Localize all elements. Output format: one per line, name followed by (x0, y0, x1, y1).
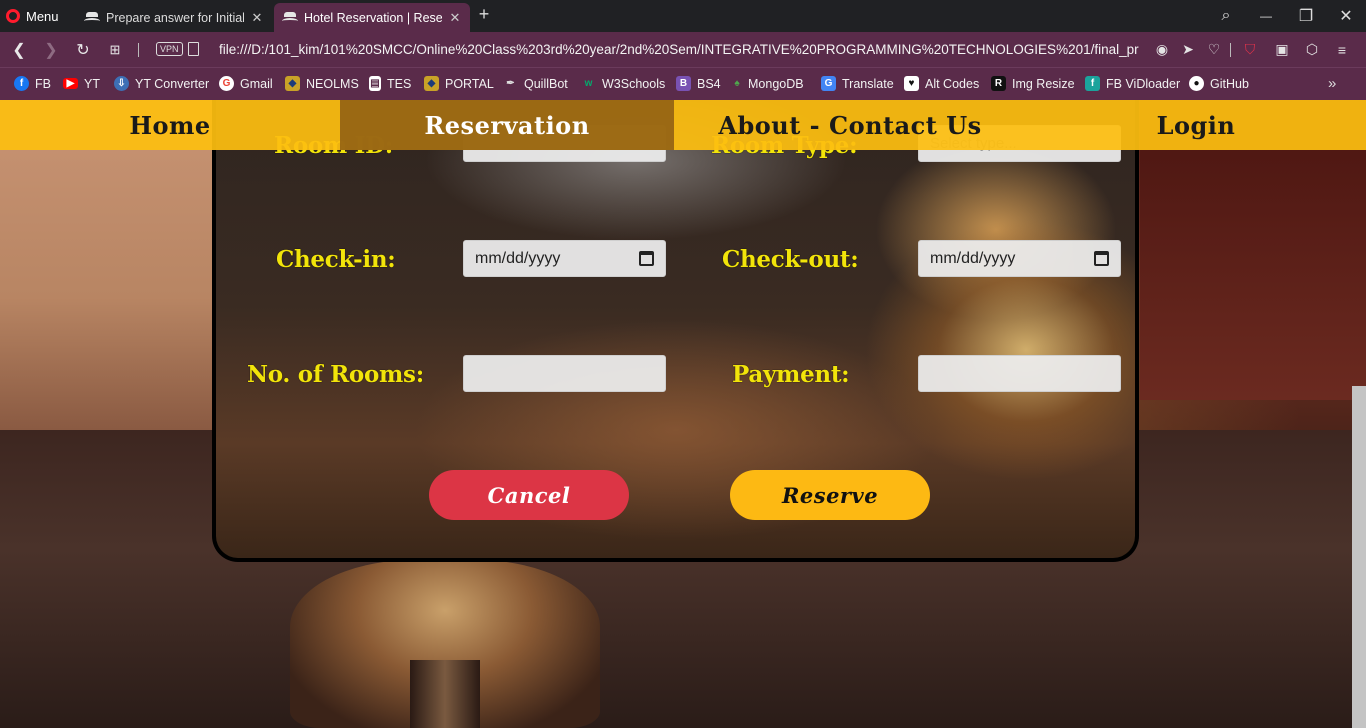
tab-close-icon[interactable]: ✕ (250, 10, 264, 26)
github-icon: ● (1189, 76, 1204, 91)
rooms-count-label: No. of Rooms: (247, 361, 424, 388)
bookmark-yt[interactable]: ▶ YT (63, 67, 100, 100)
nav-home[interactable]: Home (0, 100, 340, 150)
bookmark-github[interactable]: ● GitHub (1189, 67, 1249, 100)
page-scrollbar-thumb[interactable] (1352, 386, 1366, 728)
heart-icon: ♥ (904, 76, 919, 91)
background-bell-stem (410, 660, 480, 728)
tab-title: Prepare answer for Initial O (106, 10, 244, 25)
new-tab-button[interactable]: + (474, 4, 494, 28)
nav-reservation[interactable]: Reservation (340, 100, 674, 150)
opera-menu-button[interactable]: Menu (6, 0, 68, 32)
bookmark-alt-codes[interactable]: ♥ Alt Codes (904, 67, 979, 100)
private-tab-icon (282, 12, 298, 23)
r-icon: R (991, 76, 1006, 91)
w3schools-icon: w (584, 78, 593, 89)
reservation-form-card: Room ID: Room Type: Select type... Check… (212, 100, 1139, 562)
bookmark-portal[interactable]: ◆ PORTAL (424, 67, 494, 100)
tab-title: Hotel Reservation | Reserva (304, 10, 442, 25)
vpn-button[interactable]: VPN (156, 42, 183, 56)
facebook-icon: f (14, 76, 29, 91)
snapshot-camera-icon[interactable]: ◉ (1150, 32, 1174, 67)
quill-icon: ✒ (506, 78, 515, 89)
checkout-label: Check-out: (722, 246, 859, 273)
cancel-button[interactable]: Cancel (429, 470, 629, 520)
calendar-icon[interactable] (1094, 251, 1109, 266)
bookmark-quillbot[interactable]: ✒ QuillBot (503, 67, 567, 100)
send-icon[interactable]: ➤ (1176, 32, 1200, 67)
checkin-date-input[interactable]: mm/dd/yyyy (463, 240, 666, 277)
page-info-icon[interactable] (188, 42, 199, 56)
bookmark-yt-converter[interactable]: ⇩ YT Converter (114, 67, 209, 100)
tab-prepare-answer[interactable]: Prepare answer for Initial O ✕ (76, 3, 272, 32)
payment-label: Payment: (732, 361, 850, 388)
minimize-button[interactable]: — (1246, 0, 1286, 32)
bookmark-heart-icon[interactable]: ♡ (1202, 32, 1226, 67)
google-icon: G (219, 76, 234, 91)
nav-about-contact[interactable]: About - Contact Us (674, 100, 1026, 150)
address-input[interactable]: file:///D:/101_kim/101%20SMCC/Online%20C… (219, 32, 1139, 67)
back-icon[interactable]: ❮ (6, 32, 32, 67)
checkout-date-value: mm/dd/yyyy (930, 249, 1016, 267)
site-navbar: Home Reservation About - Contact Us Logi… (0, 100, 1366, 150)
bootstrap-icon: B (676, 76, 691, 91)
menu-label: Menu (26, 8, 59, 24)
more-bookmarks-icon[interactable]: » (1328, 67, 1336, 100)
reserve-button[interactable]: Reserve (730, 470, 930, 520)
divider (1230, 43, 1231, 57)
extensions-cube-icon[interactable]: ⬡ (1300, 32, 1324, 67)
payment-input[interactable] (918, 355, 1121, 392)
opera-logo-icon (6, 9, 20, 23)
speed-dial-icon[interactable]: ⊞ (102, 32, 128, 67)
private-tab-icon (84, 12, 100, 23)
bookmark-bs4[interactable]: B BS4 (676, 67, 721, 100)
cloud-download-icon: ⇩ (114, 76, 129, 91)
shield-crest-icon: ◆ (285, 76, 300, 91)
forward-icon[interactable]: ❯ (38, 32, 64, 67)
shield-crest-icon: ◆ (424, 76, 439, 91)
divider (138, 43, 139, 57)
bookmark-img-resize[interactable]: R Img Resize (991, 67, 1075, 100)
bookmark-translate[interactable]: G Translate (821, 67, 894, 100)
nav-login[interactable]: Login (1026, 100, 1366, 150)
extension-face-icon[interactable]: ▣ (1270, 32, 1294, 67)
youtube-icon: ▶ (63, 78, 78, 89)
bookmark-gmail[interactable]: G Gmail (219, 67, 273, 100)
bookmark-fb-vidloader[interactable]: f FB ViDloader (1085, 67, 1180, 100)
f-download-icon: f (1085, 76, 1100, 91)
checkout-date-input[interactable]: mm/dd/yyyy (918, 240, 1121, 277)
document-icon: ▤ (369, 76, 381, 91)
bookmark-tes[interactable]: ▤ TES (369, 67, 411, 100)
tab-close-icon[interactable]: ✕ (448, 10, 462, 26)
search-tabs-icon[interactable]: ⌕ (1206, 0, 1246, 32)
bookmark-fb[interactable]: f FB (14, 67, 51, 100)
adblock-shield-icon[interactable]: ⛉ (1238, 32, 1262, 67)
translate-icon: G (821, 76, 836, 91)
easy-setup-icon[interactable]: ≡ (1330, 32, 1354, 67)
restore-button[interactable]: ❐ (1286, 0, 1326, 32)
tab-hotel-reservation[interactable]: Hotel Reservation | Reserva ✕ (274, 3, 470, 32)
bookmark-mongodb[interactable]: ♠ MongoDB (732, 67, 803, 100)
reload-icon[interactable]: ↻ (70, 32, 96, 67)
checkin-label: Check-in: (276, 246, 396, 273)
calendar-icon[interactable] (639, 251, 654, 266)
close-window-button[interactable]: ✕ (1326, 0, 1366, 32)
bookmark-w3schools[interactable]: w W3Schools (581, 67, 666, 100)
checkin-date-value: mm/dd/yyyy (475, 249, 561, 267)
rooms-count-input[interactable] (463, 355, 666, 392)
leaf-icon: ♠ (734, 78, 740, 89)
bookmark-neolms[interactable]: ◆ NEOLMS (285, 67, 359, 100)
